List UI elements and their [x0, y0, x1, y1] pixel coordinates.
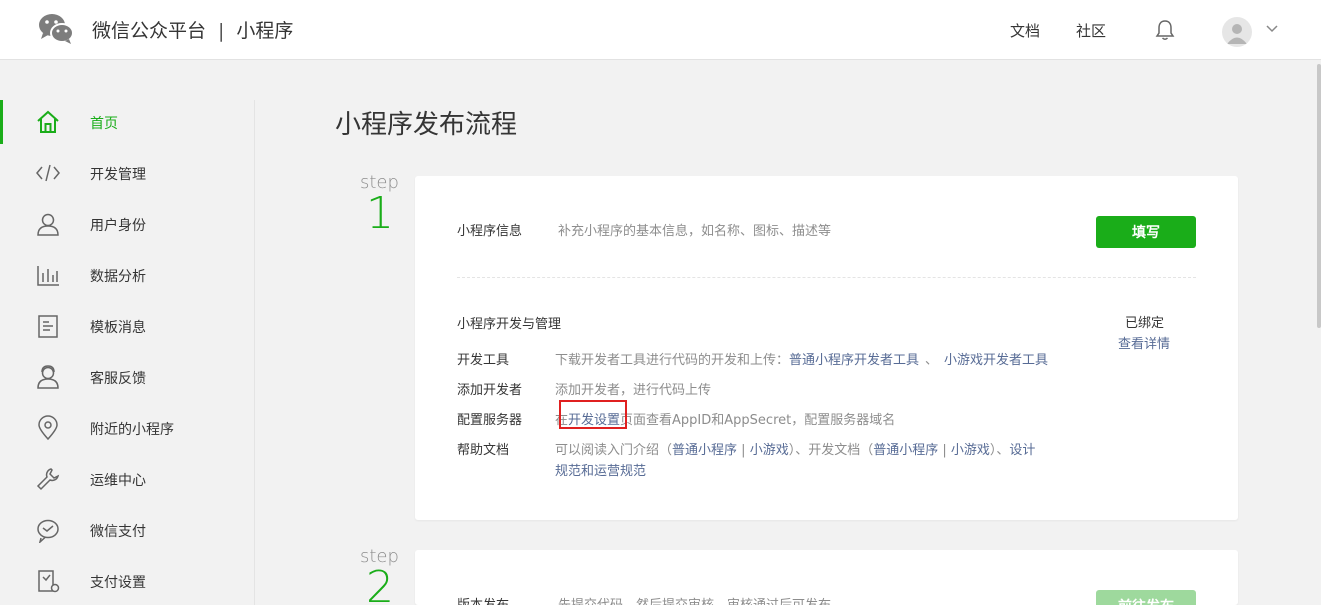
- pipe-separator: |: [938, 443, 951, 458]
- docs-minigame-link[interactable]: 小游戏: [951, 443, 990, 458]
- fill-in-button[interactable]: 填写: [1096, 216, 1196, 248]
- highlight-box: [559, 400, 627, 429]
- help-docs-row: 可以阅读入门介绍（普通小程序 | 小游戏）、开发文档（普通小程序 | 小游戏）、…: [555, 439, 1035, 458]
- step-card: 小程序信息 补充小程序的基本信息，如名称、图标、描述等 填写 小程序开发与管理 …: [415, 176, 1238, 520]
- sidebar-item-user-identity[interactable]: 用户身份: [0, 202, 254, 246]
- sidebar-item-payment-settings[interactable]: 支付设置: [0, 559, 254, 603]
- sidebar: 首页 开发管理 用户身份 数据分析 模板消息 客服反馈 附近的小程序 运维中心 …: [0, 100, 255, 605]
- sidebar-item-label: 用户身份: [90, 218, 146, 234]
- sidebar-item-label: 附近的小程序: [90, 422, 174, 438]
- server-config-label: 配置服务器: [457, 413, 523, 428]
- location-pin-icon: [38, 415, 58, 441]
- dev-tools-desc: 下载开发者工具进行代码的开发和上传：: [555, 353, 790, 368]
- sidebar-item-ops-center[interactable]: 运维中心: [0, 457, 254, 501]
- top-bar: 微信公众平台 | 小程序 文档 社区: [0, 0, 1321, 60]
- version-release-label: 版本发布: [457, 594, 509, 605]
- sidebar-item-nearby-mini-programs[interactable]: 附近的小程序: [0, 406, 254, 450]
- divider: [457, 277, 1196, 278]
- document-icon: [38, 315, 58, 338]
- help-docs-text: 可以阅读入门介绍（: [555, 443, 673, 458]
- sidebar-item-label: 开发管理: [90, 167, 146, 183]
- payment-settings-icon: [38, 570, 60, 593]
- payment-icon: [37, 519, 59, 543]
- brand-separator: |: [218, 20, 225, 42]
- go-release-button[interactable]: 前往发布: [1096, 590, 1196, 605]
- design-guidelines-link[interactable]: 设计: [1009, 443, 1035, 458]
- sidebar-item-template-message[interactable]: 模板消息: [0, 304, 254, 348]
- sidebar-item-label: 客服反馈: [90, 371, 146, 387]
- status-badge: 已绑定: [1125, 316, 1165, 331]
- bell-icon[interactable]: [1155, 19, 1175, 41]
- pipe-separator: |: [737, 443, 750, 458]
- design-ops-guidelines-link[interactable]: 规范和运营规范: [555, 460, 646, 479]
- version-release-desc: 先提交代码，然后提交审核，审核通过后可发布: [558, 594, 831, 605]
- sidebar-item-wechat-pay[interactable]: 微信支付: [0, 508, 254, 552]
- scrollbar-thumb[interactable]: [1317, 64, 1321, 328]
- docs-standard-link[interactable]: 普通小程序: [873, 443, 938, 458]
- sidebar-item-home[interactable]: 首页: [0, 100, 254, 144]
- code-icon: [36, 164, 60, 182]
- minigame-devtool-link[interactable]: 小游戏开发者工具: [944, 353, 1048, 368]
- product-name: 小程序: [236, 20, 294, 42]
- sidebar-item-label: 首页: [90, 116, 118, 132]
- intro-standard-link[interactable]: 普通小程序: [672, 443, 737, 458]
- docs-link[interactable]: 文档: [1010, 20, 1040, 41]
- customer-service-icon: [37, 365, 59, 389]
- server-config-suffix: 页面查看AppID和AppSecret，配置服务器域名: [620, 413, 896, 428]
- user-avatar-icon[interactable]: [1222, 17, 1252, 47]
- sidebar-item-customer-service[interactable]: 客服反馈: [0, 355, 254, 399]
- mini-program-info-label: 小程序信息: [457, 224, 523, 239]
- sidebar-item-label: 运维中心: [90, 473, 146, 489]
- sidebar-item-dev-management[interactable]: 开发管理: [0, 151, 254, 195]
- wechat-logo-icon[interactable]: [38, 13, 74, 45]
- intro-minigame-link[interactable]: 小游戏: [750, 443, 789, 458]
- bar-chart-icon: [37, 266, 59, 286]
- community-link[interactable]: 社区: [1076, 20, 1106, 41]
- step-number: 1: [366, 188, 394, 239]
- step-number: 2: [366, 562, 394, 605]
- view-details-link[interactable]: 查看详情: [1118, 333, 1170, 352]
- mini-program-info-desc: 补充小程序的基本信息，如名称、图标、描述等: [558, 224, 832, 239]
- platform-name: 微信公众平台: [92, 20, 207, 42]
- sidebar-item-label: 支付设置: [90, 575, 146, 591]
- link-separator: 、: [925, 353, 939, 368]
- chevron-down-icon[interactable]: [1266, 22, 1278, 34]
- sidebar-item-label: 模板消息: [90, 320, 146, 336]
- dev-management-heading: 小程序开发与管理: [457, 317, 562, 332]
- step-card: 版本发布 先提交代码，然后提交审核，审核通过后可发布 前往发布: [415, 550, 1238, 605]
- help-docs-text: ）、: [989, 443, 1010, 458]
- standard-devtool-link[interactable]: 普通小程序开发者工具: [789, 353, 919, 368]
- user-icon: [37, 213, 59, 236]
- dev-tools-row: 下载开发者工具进行代码的开发和上传：普通小程序开发者工具、小游戏开发者工具: [555, 349, 1048, 368]
- page-title: 小程序发布流程: [335, 110, 518, 140]
- help-docs-label: 帮助文档: [457, 443, 510, 458]
- add-developer-label: 添加开发者: [457, 383, 523, 398]
- home-icon: [37, 110, 59, 133]
- add-developer-desc: 添加开发者，进行代码上传: [555, 383, 712, 398]
- wrench-icon: [36, 468, 60, 491]
- sidebar-item-data-analysis[interactable]: 数据分析: [0, 253, 254, 297]
- sidebar-item-label: 微信支付: [90, 524, 146, 540]
- brand-title[interactable]: 微信公众平台 | 小程序: [92, 16, 293, 43]
- sidebar-item-label: 数据分析: [90, 269, 146, 285]
- dev-tools-label: 开发工具: [457, 353, 510, 368]
- help-docs-text: ）、开发文档（: [788, 443, 874, 458]
